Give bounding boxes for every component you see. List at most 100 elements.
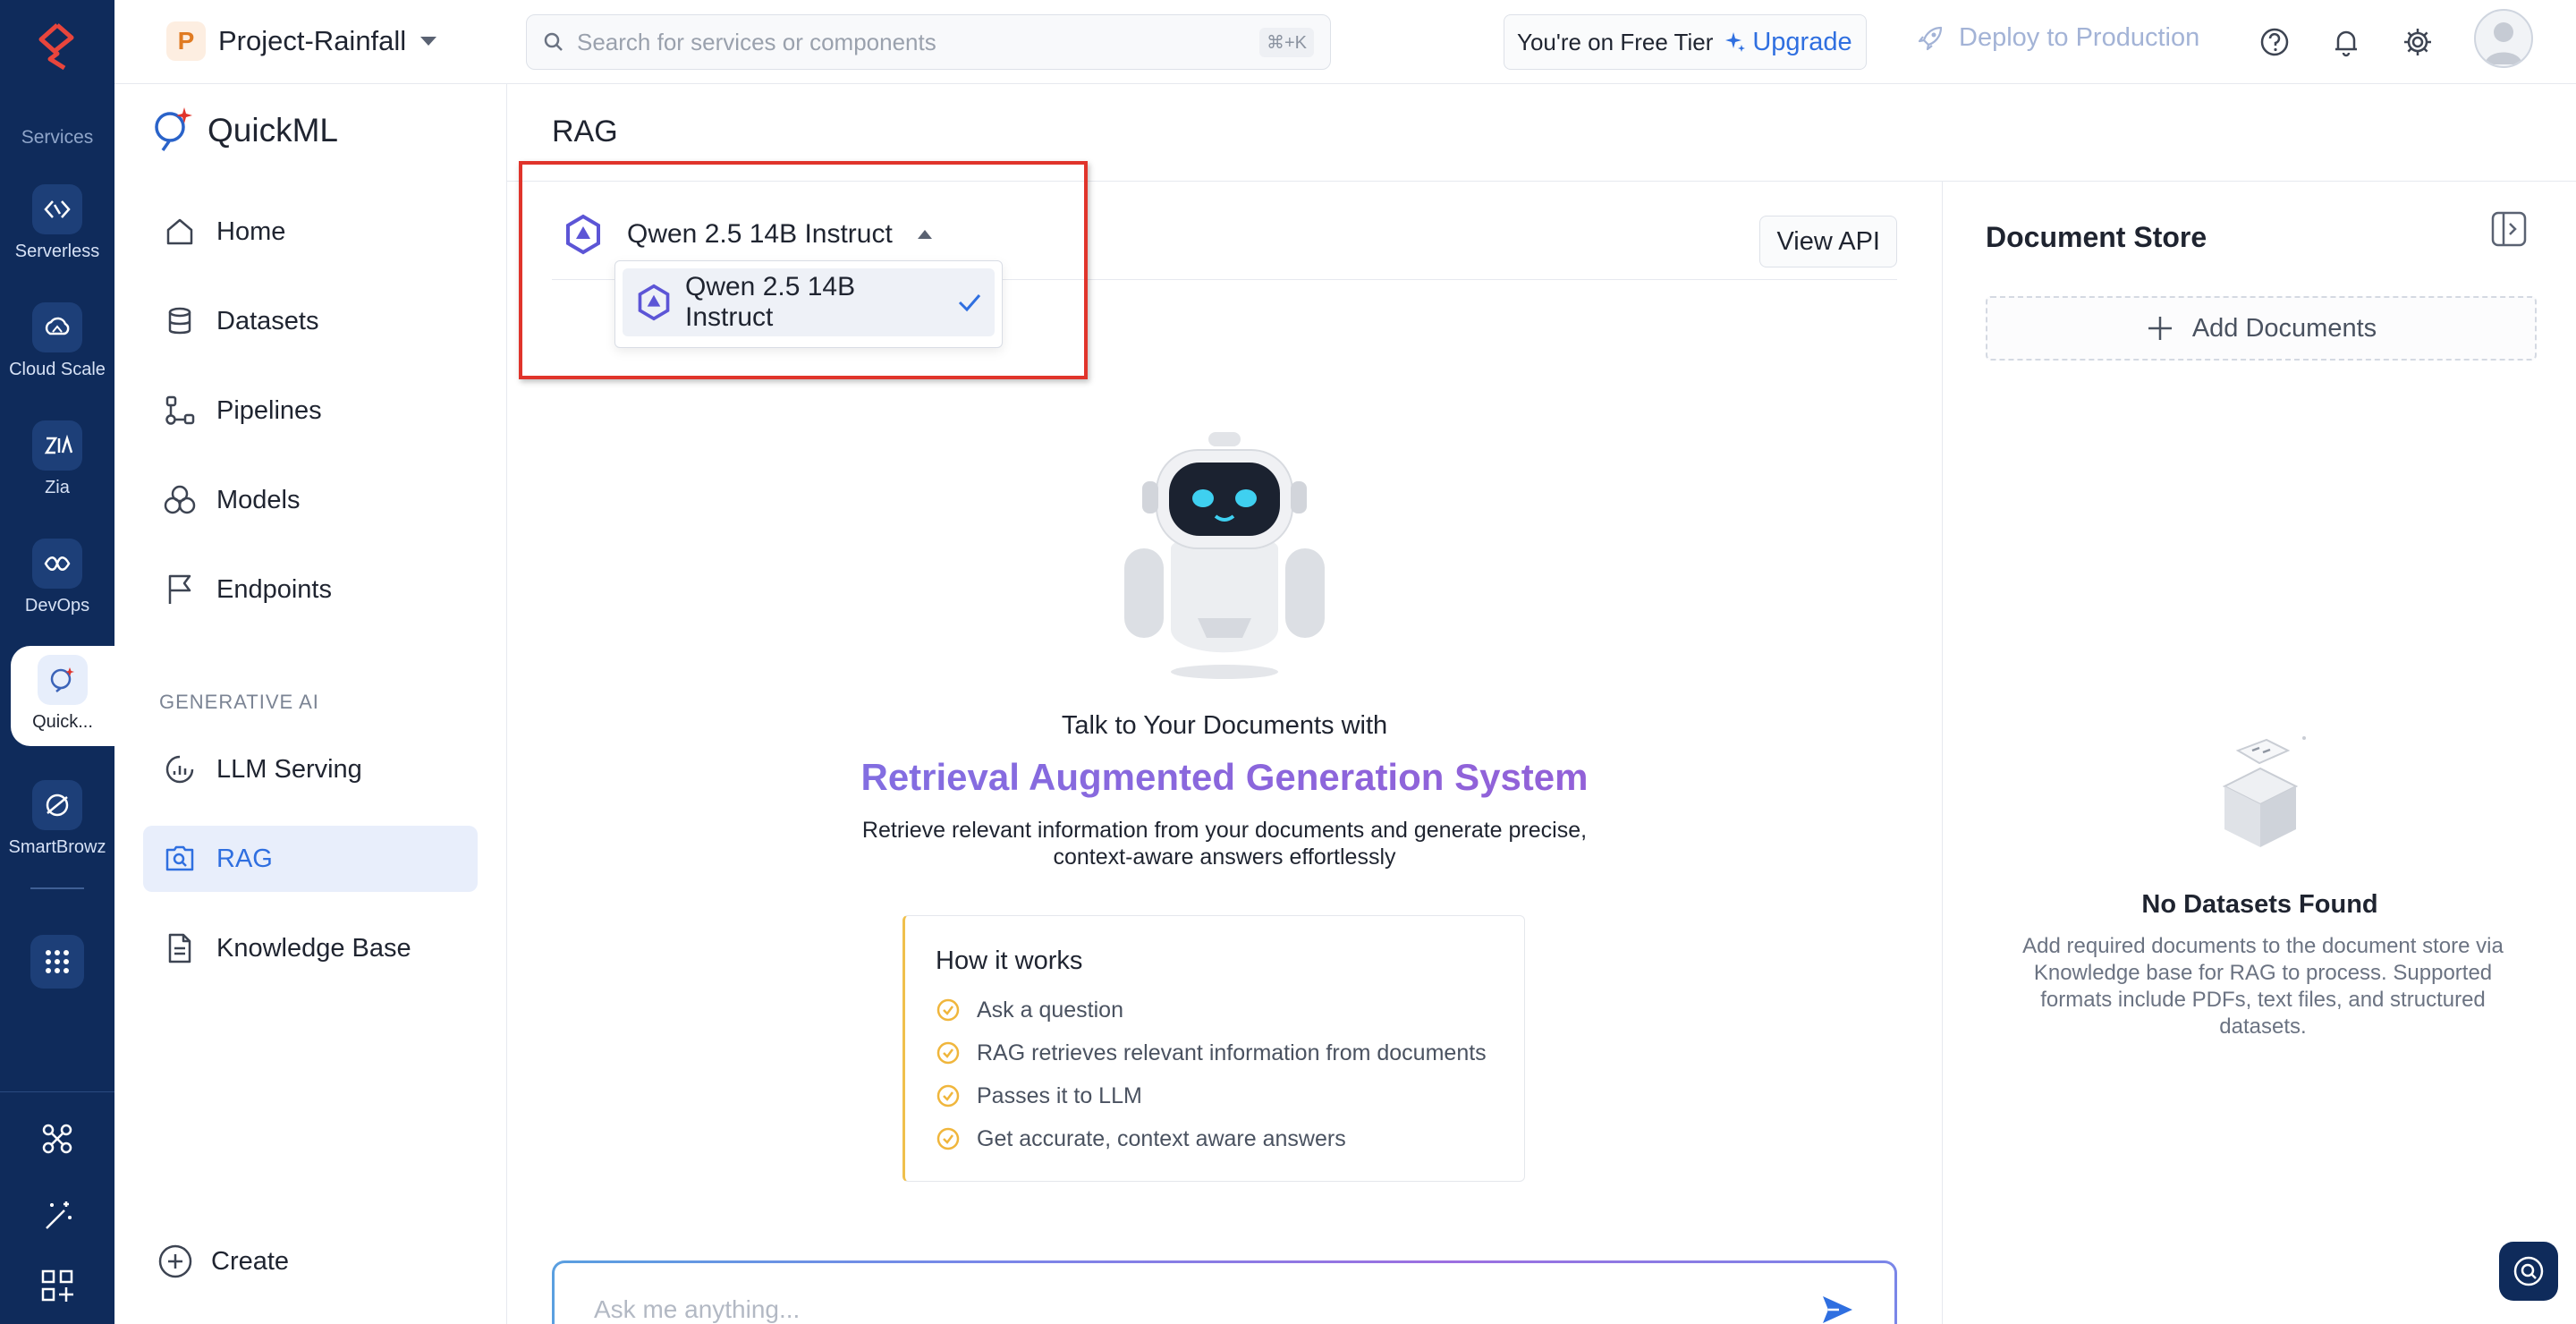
sidebar-item-knowledge-base[interactable]: Knowledge Base [143, 915, 478, 981]
sidebar-item-home[interactable]: Home [143, 199, 478, 265]
rail-item-cloud-scale[interactable]: Cloud Scale [0, 293, 114, 394]
deploy-label: Deploy to Production [1959, 23, 2200, 52]
chevron-down-icon [419, 35, 438, 47]
avatar[interactable] [2474, 9, 2533, 68]
sidebar-item-label: Models [216, 485, 301, 514]
top-bar: P Project-Rainfall ⌘+K You're on Free Ti… [114, 0, 2576, 84]
rail-item-smartbrowz[interactable]: SmartBrowz [0, 771, 114, 871]
ask-input[interactable] [594, 1295, 1757, 1324]
rail-item-devops[interactable]: DevOps [0, 530, 114, 630]
check-circle-icon [936, 1126, 961, 1151]
rail-item-zia[interactable]: Zia [0, 412, 114, 512]
robot-illustration-icon [1108, 414, 1341, 683]
upgrade-label: Upgrade [1752, 27, 1852, 56]
plus-icon [2146, 314, 2174, 343]
database-icon [163, 304, 197, 338]
serverless-icon [32, 184, 82, 234]
rail-item-label: Zia [45, 478, 70, 497]
search-shortcut: ⌘+K [1258, 27, 1314, 57]
check-circle-icon [936, 997, 961, 1023]
document-store-title: Document Store [1986, 221, 2207, 253]
deploy-button[interactable]: Deploy to Production [1916, 23, 2199, 53]
project-badge: P [166, 21, 206, 61]
smartbrowz-icon [32, 780, 82, 830]
sidebar-section-label: GENERATIVE AI [159, 691, 319, 713]
create-label: Create [211, 1246, 290, 1276]
integrations-icon[interactable] [39, 1121, 75, 1157]
sidebar-item-models[interactable]: Models [143, 467, 478, 533]
collapse-panel-icon[interactable] [2490, 210, 2528, 248]
rail-item-serverless[interactable]: Serverless [0, 175, 114, 276]
add-documents-button[interactable]: Add Documents [1986, 296, 2537, 361]
cloud-scale-icon [32, 302, 82, 352]
sidebar-item-pipelines[interactable]: Pipelines [143, 378, 478, 444]
rocket-icon [1916, 24, 1945, 53]
help-chat-button[interactable] [2499, 1242, 2558, 1301]
zia-icon [32, 420, 82, 471]
help-icon[interactable] [2258, 25, 2292, 59]
gear-icon[interactable] [2401, 25, 2435, 59]
quickml-sidebar: QuickML Home Datasets Pipelines Models E… [114, 84, 507, 1324]
sparkle-icon [1724, 30, 1747, 54]
document-store-panel: Document Store Add Documents No Datasets… [1942, 182, 2576, 1324]
add-widget-icon[interactable] [39, 1268, 75, 1303]
devops-icon [32, 539, 82, 589]
quickml-brand: QuickML [150, 106, 338, 156]
llm-serving-icon [163, 752, 197, 786]
quickml-logo-icon [150, 106, 197, 156]
create-button[interactable]: Create [157, 1243, 289, 1279]
hero-line-1: Talk to Your Documents with [1061, 711, 1388, 740]
project-name: Project-Rainfall [218, 25, 407, 56]
tier-text: You're on Free Tier [1517, 28, 1714, 55]
models-icon [163, 483, 197, 517]
check-circle-icon [936, 1040, 961, 1065]
how-step: Passes it to LLM [936, 1074, 1494, 1117]
how-step-label: Ask a question [977, 997, 1123, 1023]
document-icon [163, 931, 197, 965]
add-documents-label: Add Documents [2191, 313, 2377, 343]
check-circle-icon [936, 1083, 961, 1108]
rail-section-label: Services [21, 127, 94, 148]
bell-icon[interactable] [2329, 25, 2363, 59]
search-input[interactable] [577, 28, 1257, 56]
flag-icon [163, 573, 197, 607]
project-switcher[interactable]: P Project-Rainfall [166, 21, 438, 61]
rail-item-label: DevOps [24, 596, 90, 615]
how-step-label: Passes it to LLM [977, 1082, 1142, 1108]
apps-grid-icon[interactable] [30, 935, 84, 989]
home-icon [163, 215, 197, 249]
catalyst-logo-icon[interactable] [30, 20, 84, 73]
how-step-label: Get accurate, context aware answers [977, 1125, 1346, 1151]
highlight-box [519, 161, 1088, 379]
how-step: Ask a question [936, 989, 1494, 1031]
how-it-works-card: How it works Ask a question RAG retrieve… [902, 915, 1525, 1182]
tier-banner: You're on Free Tier Upgrade [1504, 14, 1867, 70]
plus-circle-icon [157, 1243, 193, 1279]
sidebar-item-label: Endpoints [216, 574, 332, 604]
sidebar-item-label: Pipelines [216, 395, 322, 425]
hero-headline: Retrieval Augmented Generation System [507, 756, 1942, 799]
how-step: RAG retrieves relevant information from … [936, 1031, 1494, 1074]
sidebar-item-label: Home [216, 216, 286, 246]
rail-item-label: Quick... [32, 712, 93, 732]
sidebar-item-rag[interactable]: RAG [143, 826, 478, 892]
sidebar-item-datasets[interactable]: Datasets [143, 288, 478, 354]
hero-description-line-1: Retrieve relevant information from your … [861, 818, 1588, 843]
ask-box-inner [555, 1263, 1894, 1324]
empty-state-title: No Datasets Found [2141, 890, 2378, 919]
rail-item-label: Cloud Scale [9, 360, 106, 379]
sidebar-item-label: RAG [216, 844, 273, 873]
send-icon[interactable] [1819, 1292, 1855, 1324]
hero-description-line-2: context-aware answers effortlessly [1053, 844, 1396, 870]
rail-divider [30, 887, 84, 889]
hero-description: Retrieve relevant information from your … [507, 817, 1942, 870]
ask-box [552, 1260, 1897, 1324]
magic-wand-icon[interactable] [39, 1198, 75, 1234]
page-title: RAG [552, 115, 618, 149]
rail-item-quickml[interactable]: Quick... [11, 646, 114, 746]
upgrade-button[interactable]: Upgrade [1724, 28, 1852, 57]
view-api-button[interactable]: View API [1759, 216, 1897, 267]
search-bar[interactable]: ⌘+K [526, 14, 1331, 70]
sidebar-item-llm-serving[interactable]: LLM Serving [143, 736, 478, 802]
sidebar-item-endpoints[interactable]: Endpoints [143, 556, 478, 623]
